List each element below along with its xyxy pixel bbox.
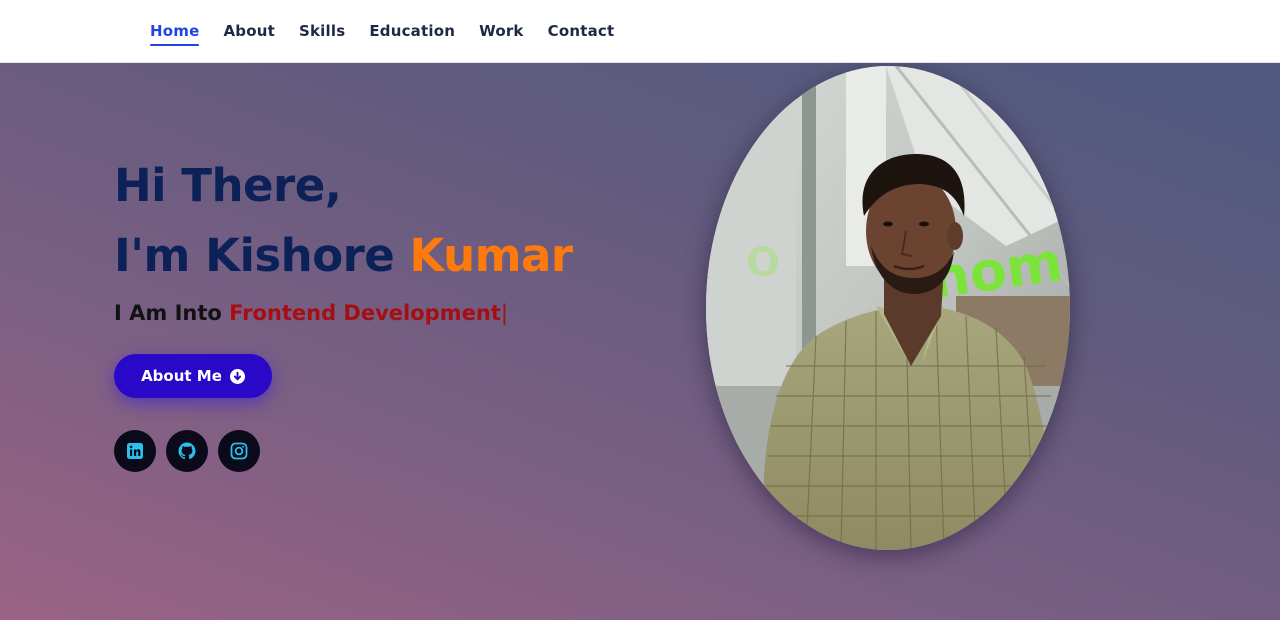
greeting-name-prefix: I'm Kishore [114, 229, 410, 282]
nav-links: Home About Skills Education Work Contact [150, 16, 638, 46]
greeting-name-accent: Kumar [409, 229, 574, 282]
nav-link-education[interactable]: Education [369, 16, 455, 46]
greeting-line-1: Hi There, [114, 159, 342, 212]
top-navbar: Home About Skills Education Work Contact [0, 0, 1280, 63]
svg-text:O: O [746, 240, 780, 286]
nav-link-contact[interactable]: Contact [548, 16, 615, 46]
role-prefix: I Am Into [114, 301, 230, 325]
linkedin-icon [127, 443, 143, 459]
role-typed-text: Frontend Development [229, 301, 501, 325]
role-tagline: I Am Into Frontend Development| [114, 301, 508, 325]
typing-cursor: | [500, 301, 508, 325]
about-me-button-label: About Me [141, 367, 222, 385]
instagram-link[interactable] [218, 430, 260, 472]
linkedin-link[interactable] [114, 430, 156, 472]
nav-link-about[interactable]: About [223, 16, 275, 46]
profile-photo: homi O [706, 66, 1070, 550]
github-link[interactable] [166, 430, 208, 472]
nav-link-skills[interactable]: Skills [299, 16, 345, 46]
nav-link-home[interactable]: Home [150, 16, 200, 46]
instagram-icon [230, 442, 248, 460]
social-links [114, 430, 260, 472]
about-me-button[interactable]: About Me [114, 354, 272, 398]
arrow-down-circle-icon [229, 368, 245, 384]
nav-link-work[interactable]: Work [479, 16, 524, 46]
greeting-line-2: I'm Kishore Kumar [114, 221, 573, 291]
hero-greeting: Hi There, I'm Kishore Kumar [114, 151, 573, 291]
github-icon [178, 442, 196, 460]
hero-section: Hi There, I'm Kishore Kumar I Am Into Fr… [0, 63, 1280, 620]
